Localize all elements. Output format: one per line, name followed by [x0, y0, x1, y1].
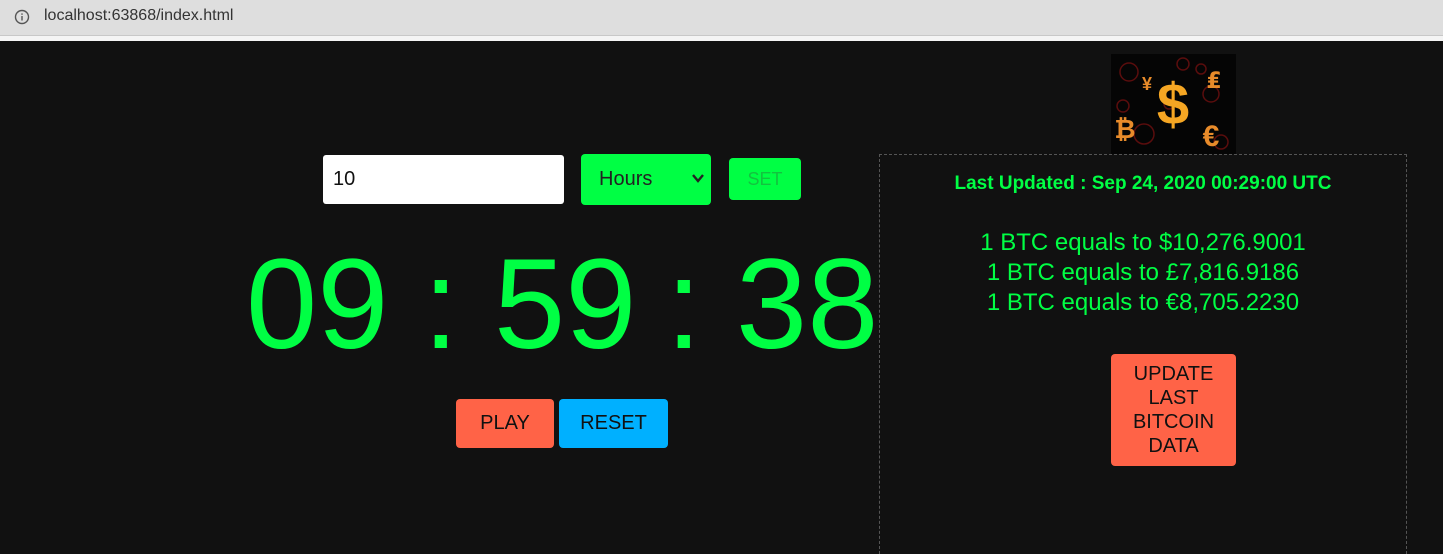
update-button-line: UPDATE — [1133, 363, 1214, 385]
timer-minutes: 59 — [494, 233, 637, 376]
timer-seconds: 38 — [736, 233, 879, 376]
duration-input[interactable]: 10 — [323, 155, 564, 204]
update-button-line: LAST — [1148, 387, 1199, 409]
pound-icon: ₤ — [1206, 69, 1221, 94]
reset-button-label: RESET — [580, 412, 647, 434]
currency-logo: $ ¥ ₤ ₿ € — [1111, 54, 1236, 154]
rate-gbp: 1 BTC equals to £7,816.9186 — [986, 259, 1300, 286]
browser-address-bar: localhost:63868/index.html — [0, 0, 1443, 36]
bitcoin-icon: ₿ — [1114, 115, 1135, 145]
timer-hours: 09 — [246, 233, 389, 376]
play-button-label: PLAY — [480, 412, 530, 434]
set-button[interactable]: SET — [729, 158, 801, 200]
euro-icon: € — [1203, 120, 1220, 153]
yen-icon: ¥ — [1142, 74, 1152, 94]
duration-input-value: 10 — [333, 168, 356, 190]
play-button[interactable]: PLAY — [456, 399, 554, 448]
chevron-down-icon — [692, 174, 704, 183]
rate-usd: 1 BTC equals to $10,276.9001 — [980, 229, 1306, 256]
url-text[interactable]: localhost:63868/index.html — [44, 7, 233, 25]
page-content: 10 Hours SET 09 : 59 : 38 PLAY RESET $ ¥… — [0, 41, 1443, 554]
info-icon[interactable] — [14, 9, 30, 25]
update-button-line: DATA — [1148, 435, 1199, 457]
set-button-label: SET — [747, 168, 783, 189]
update-button-line: BITCOIN — [1132, 411, 1215, 433]
unit-select-value: Hours — [599, 168, 653, 190]
last-updated-label: Last Updated : Sep 24, 2020 00:29:00 UTC — [954, 173, 1332, 194]
update-bitcoin-data-button[interactable]: UPDATE LAST BITCOIN DATA — [1111, 354, 1236, 466]
timer-separator: : — [423, 233, 459, 376]
bitcoin-panel: Last Updated : Sep 24, 2020 00:29:00 UTC… — [879, 154, 1407, 554]
countdown-display: 09 : 59 : 38 — [232, 235, 892, 375]
reset-button[interactable]: RESET — [559, 399, 668, 448]
rate-eur: 1 BTC equals to €8,705.2230 — [986, 289, 1300, 316]
timer-separator: : — [666, 233, 702, 376]
dollar-icon: $ — [1157, 72, 1189, 137]
unit-select[interactable]: Hours — [581, 154, 711, 205]
